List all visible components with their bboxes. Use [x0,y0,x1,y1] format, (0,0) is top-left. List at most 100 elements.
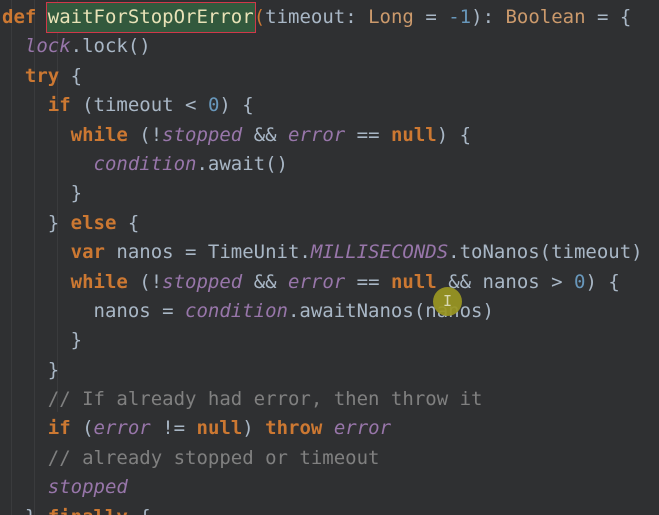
code-keyword: else [70,211,117,234]
code-line[interactable]: // already stopped or timeout [0,444,659,473]
code-line[interactable]: var nanos = TimeUnit.MILLISECONDS.toNano… [0,238,659,267]
code-token: } [47,358,60,381]
code-line[interactable]: } else { [0,209,659,238]
code-field: stopped [162,270,243,293]
code-keyword: while [70,123,128,146]
code-line[interactable]: def waitForStopOrError(timeout: Long = -… [0,3,659,33]
code-editor[interactable]: def waitForStopOrError(timeout: Long = -… [0,0,659,515]
code-token: == [345,123,391,146]
code-token: && nanos > [436,270,575,293]
code-keyword: throw [265,417,323,440]
code-token: ) { [436,123,472,146]
code-token: } [25,506,48,515]
code-token: .toNanos(timeout) [448,241,643,264]
code-type: Boolean [505,6,586,28]
code-keyword: while [70,270,128,293]
text-cursor-indicator: I [433,287,462,316]
code-keyword: if [47,417,71,440]
code-line[interactable]: while (!stopped && error == null && nano… [0,268,659,297]
code-line[interactable]: lock.lock() [0,32,659,61]
highlighted-identifier[interactable]: waitForStopOrError [46,3,255,33]
code-comment: // If already had error, then throw it [47,388,483,411]
code-token: && [242,123,289,146]
code-type: ( [253,6,266,28]
code-keyword: null [390,270,437,293]
code-token: ( [70,417,94,440]
code-token: = { [585,6,632,28]
code-line[interactable]: } [0,179,659,208]
code-token: = [425,6,437,28]
code-token: (! [127,123,163,146]
code-field: error [288,123,346,146]
code-token: nanos = TimeUnit. [104,241,311,264]
code-token: && [242,270,289,293]
code-line[interactable]: } finally { [0,503,659,515]
code-line[interactable]: if (timeout < 0) { [0,91,659,120]
code-keyword: finally [48,506,128,515]
code-line[interactable]: } [0,356,659,385]
code-line[interactable]: stopped [0,473,659,502]
code-field: condition [93,152,197,175]
code-field: stopped [162,123,243,146]
code-line[interactable]: nanos = condition.awaitNanos(nanos) [0,297,659,326]
code-keyword: def [2,6,37,28]
code-token: (! [127,270,163,293]
code-token: ) { [219,94,254,117]
code-token: != [150,417,197,440]
code-token: .lock() [70,35,151,58]
code-field: error [333,417,392,440]
code-line[interactable]: if (error != null) throw error [0,414,659,443]
code-field: MILLISECONDS [310,241,449,264]
code-token: } [70,182,83,205]
code-keyword: null [390,123,437,146]
code-line[interactable]: try { [0,62,659,91]
code-line[interactable]: // If already had error, then throw it [0,385,659,414]
code-token: timeout [265,6,346,28]
code-comment: // already stopped or timeout [47,446,380,469]
code-token: : [345,6,369,28]
code-line[interactable]: while (!stopped && error == null) { [0,121,659,150]
code-type: Long [368,6,414,28]
code-token: ): [471,6,506,28]
code-token: .awaitNanos(nanos) [287,299,494,322]
code-line[interactable]: condition.await() [0,150,659,179]
code-token: == [345,270,391,293]
code-token: nanos = [93,299,186,322]
code-field: condition [185,299,288,322]
code-token: } [70,329,83,352]
code-keyword: try [24,64,60,87]
code-token: { [59,64,83,87]
code-line[interactable]: } [0,326,659,355]
code-token: < [185,94,197,117]
code-number: -1 [448,6,472,28]
i-beam-glyph: I [442,292,453,310]
code-token: (timeout [70,94,186,117]
code-token: .await() [196,152,288,175]
code-keyword: null [196,417,243,440]
code-field: lock [24,35,71,58]
code-token: ) [242,417,266,440]
code-field: error [93,417,151,440]
code-content[interactable]: def waitForStopOrError(timeout: Long = -… [0,0,659,515]
code-token: { [128,506,150,515]
